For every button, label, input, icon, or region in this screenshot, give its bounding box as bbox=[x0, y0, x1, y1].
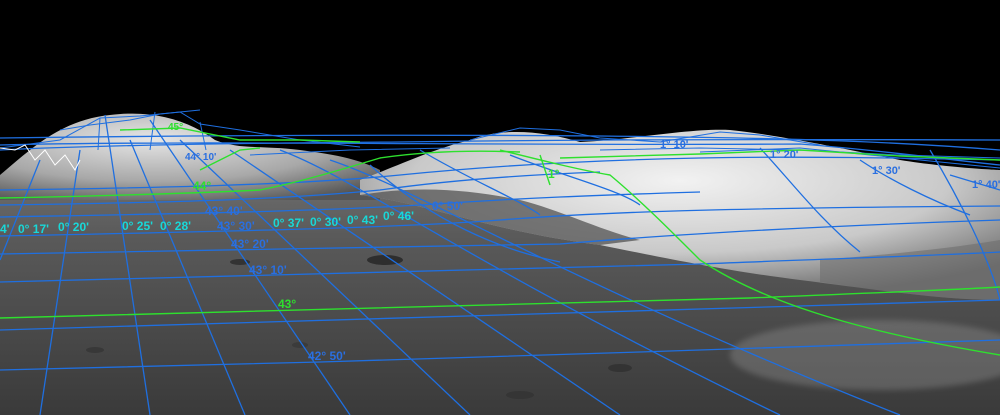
major-label-43: 43° bbox=[278, 297, 296, 311]
crater bbox=[292, 342, 308, 348]
lon-label: 0° 20' bbox=[58, 220, 89, 234]
far-label: 1° 20' bbox=[770, 149, 799, 161]
far-label: 1° 40' bbox=[972, 179, 1000, 191]
major-label-1deg: 1° bbox=[548, 167, 560, 181]
lon-label: 0° 46' bbox=[383, 209, 414, 223]
far-label: 1° 10' bbox=[660, 139, 689, 151]
lon-label: 4' bbox=[0, 222, 10, 236]
lunar-terrain-viewport[interactable]: 43° 40' 43° 30' 43° 20' 43° 10' 42° 50' … bbox=[0, 0, 1000, 415]
major-label-44: 44° bbox=[193, 179, 211, 193]
crater bbox=[608, 364, 632, 372]
crater bbox=[86, 347, 104, 353]
lon-label: 0° 30' bbox=[310, 215, 341, 229]
lat-label: 43° 10' bbox=[249, 263, 287, 277]
lon-label: 0° 17' bbox=[18, 222, 49, 236]
terrain-scene[interactable]: 43° 40' 43° 30' 43° 20' 43° 10' 42° 50' … bbox=[0, 0, 1000, 415]
far-label: 1° 30' bbox=[872, 165, 901, 177]
crater bbox=[506, 391, 534, 399]
lat-label: 43° 40' bbox=[205, 204, 243, 218]
lon-label: 0° 28' bbox=[160, 219, 191, 233]
lat-label: 43° 30' bbox=[217, 219, 255, 233]
lon-label: 0° 50' bbox=[432, 199, 463, 213]
lat-label: 42° 50' bbox=[308, 349, 346, 363]
major-label-45: 45° bbox=[168, 122, 183, 133]
lon-label: 0° 37' bbox=[273, 216, 304, 230]
lat-label: 43° 20' bbox=[231, 237, 269, 251]
lon-label: 0° 25' bbox=[122, 219, 153, 233]
lon-label: 0° 43' bbox=[347, 213, 378, 227]
far-label: 44° 10' bbox=[185, 152, 216, 163]
crater bbox=[710, 297, 730, 303]
